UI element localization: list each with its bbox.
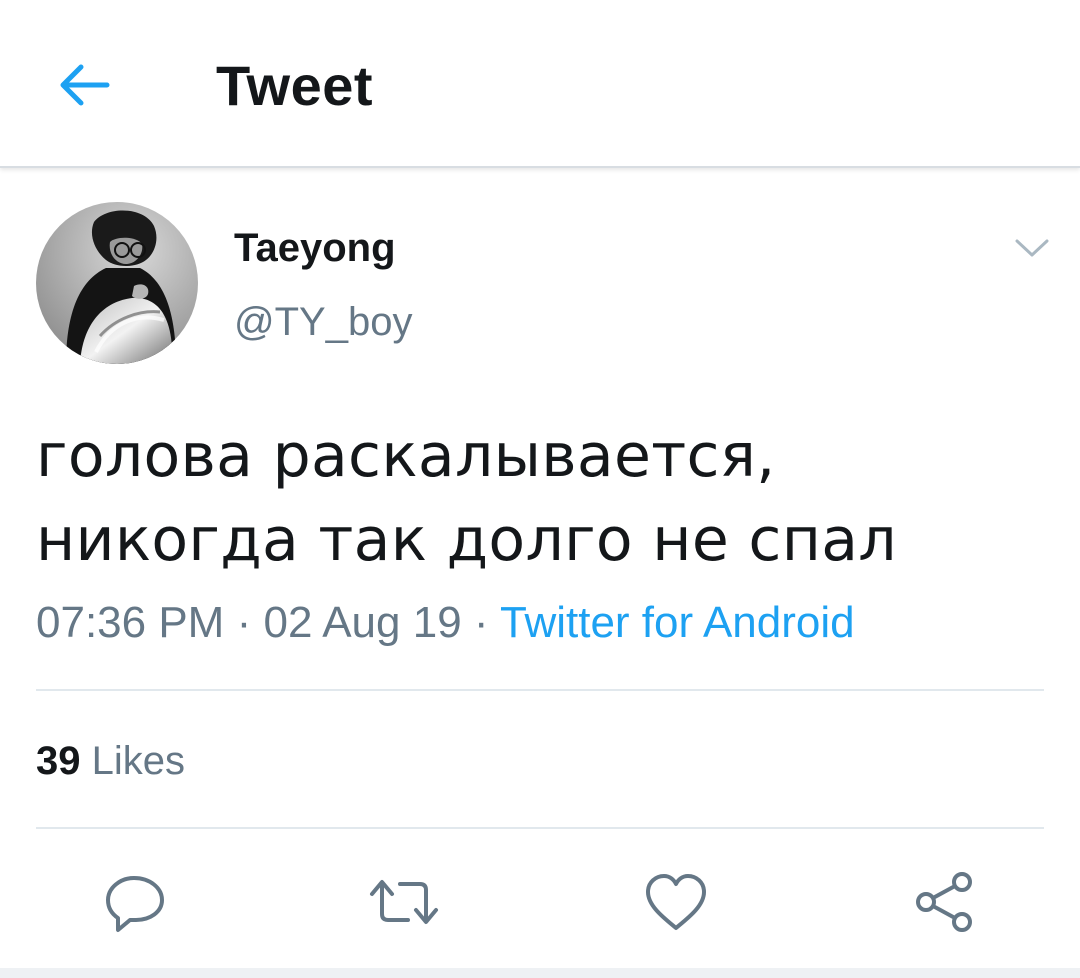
heart-icon [646,874,706,930]
chevron-down-icon [1015,239,1049,257]
app-bar: Tweet [0,0,1080,168]
share-icon [916,872,972,932]
likes-stat[interactable]: 39 Likes [36,736,185,786]
author-name[interactable]: Taeyong [234,224,396,272]
back-button[interactable] [50,52,116,118]
like-button[interactable] [640,866,712,938]
page-title: Tweet [216,54,374,117]
arrow-left-icon [60,64,110,106]
tweet-meta: 07:36 PM · 02 Aug 19 · Twitter for Andro… [36,596,855,650]
meta-separator: · [473,598,489,647]
tweet-options-button[interactable] [1008,228,1056,268]
tweet-date: 02 Aug 19 [263,598,462,647]
retweet-icon [370,880,438,924]
likes-count: 39 [36,739,81,783]
reply-button[interactable] [100,866,172,938]
author-handle[interactable]: @TY_boy [234,298,412,346]
tweet-text: голова раскалывается, никогда так долго … [36,421,897,575]
divider [36,827,1044,829]
profile-photo [36,202,198,364]
share-button[interactable] [908,866,980,938]
retweet-button[interactable] [368,866,440,938]
likes-label: Likes [91,739,186,783]
tweet-detail-screen: Tweet Taeyong @TY_boy голова раскалывает… [0,0,1080,978]
author-avatar[interactable] [36,202,198,364]
bottom-edge [0,968,1080,978]
meta-separator: · [236,598,252,647]
divider [36,689,1044,691]
tweet-source-link[interactable]: Twitter for Android [500,598,855,647]
tweet-time: 07:36 PM [36,598,225,647]
reply-icon [106,876,164,932]
